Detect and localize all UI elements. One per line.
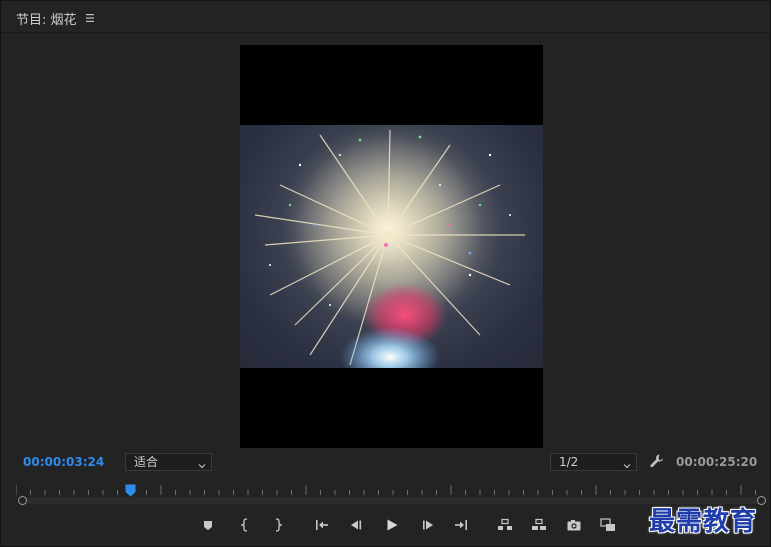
mark-in-button[interactable] bbox=[233, 513, 257, 537]
go-to-in-button[interactable] bbox=[310, 513, 334, 537]
video-preview[interactable] bbox=[240, 45, 543, 448]
playback-resolution-select[interactable]: 1/2 bbox=[550, 453, 637, 471]
play-icon bbox=[387, 519, 398, 531]
lift-button[interactable] bbox=[493, 513, 517, 537]
extract-icon bbox=[532, 518, 546, 530]
mark-out-button[interactable] bbox=[266, 513, 290, 537]
mark-in-icon bbox=[240, 518, 248, 532]
program-monitor-panel: 节目: 烟花 00:00:03:24 适合 1/2 00:00:25:20 最需… bbox=[0, 0, 771, 547]
go-to-in-icon bbox=[316, 520, 328, 530]
add-marker-icon bbox=[204, 521, 212, 530]
lift-icon bbox=[498, 518, 512, 530]
playback-resolution-value: 1/2 bbox=[559, 455, 579, 469]
chevron-down-icon bbox=[623, 458, 631, 469]
hamburger-menu-icon[interactable] bbox=[83, 10, 97, 24]
step-forward-button[interactable] bbox=[416, 513, 440, 537]
add-marker-button[interactable] bbox=[196, 513, 220, 537]
step-forward-icon bbox=[423, 520, 433, 530]
mark-out-icon bbox=[275, 518, 283, 532]
export-frame-button[interactable] bbox=[562, 513, 586, 537]
panel-title[interactable]: 节目: 烟花 bbox=[16, 9, 77, 28]
go-to-out-icon bbox=[455, 520, 467, 530]
compare-view-button[interactable] bbox=[596, 513, 620, 537]
zoom-level-select[interactable]: 适合 bbox=[125, 453, 212, 471]
go-to-out-button[interactable] bbox=[449, 513, 473, 537]
step-back-icon bbox=[351, 520, 362, 530]
duration-timecode: 00:00:25:20 bbox=[676, 455, 758, 469]
step-back-button[interactable] bbox=[344, 513, 368, 537]
play-button[interactable] bbox=[380, 513, 404, 537]
watermark-logo: 最需教育 bbox=[649, 507, 758, 537]
wrench-icon[interactable] bbox=[649, 453, 665, 469]
export-frame-icon bbox=[567, 520, 581, 531]
panel-header: 节目: 烟花 bbox=[1, 1, 770, 33]
compare-view-icon bbox=[600, 518, 615, 531]
scroll-handle-left[interactable] bbox=[18, 496, 27, 505]
current-timecode[interactable]: 00:00:03:24 bbox=[23, 455, 104, 469]
zoom-level-value: 适合 bbox=[134, 455, 159, 469]
extract-button[interactable] bbox=[527, 513, 551, 537]
playhead[interactable] bbox=[125, 482, 136, 497]
video-frame-image bbox=[240, 125, 543, 368]
scroll-handle-right[interactable] bbox=[757, 496, 766, 505]
chevron-down-icon bbox=[198, 458, 206, 469]
transport-controls bbox=[196, 513, 626, 537]
